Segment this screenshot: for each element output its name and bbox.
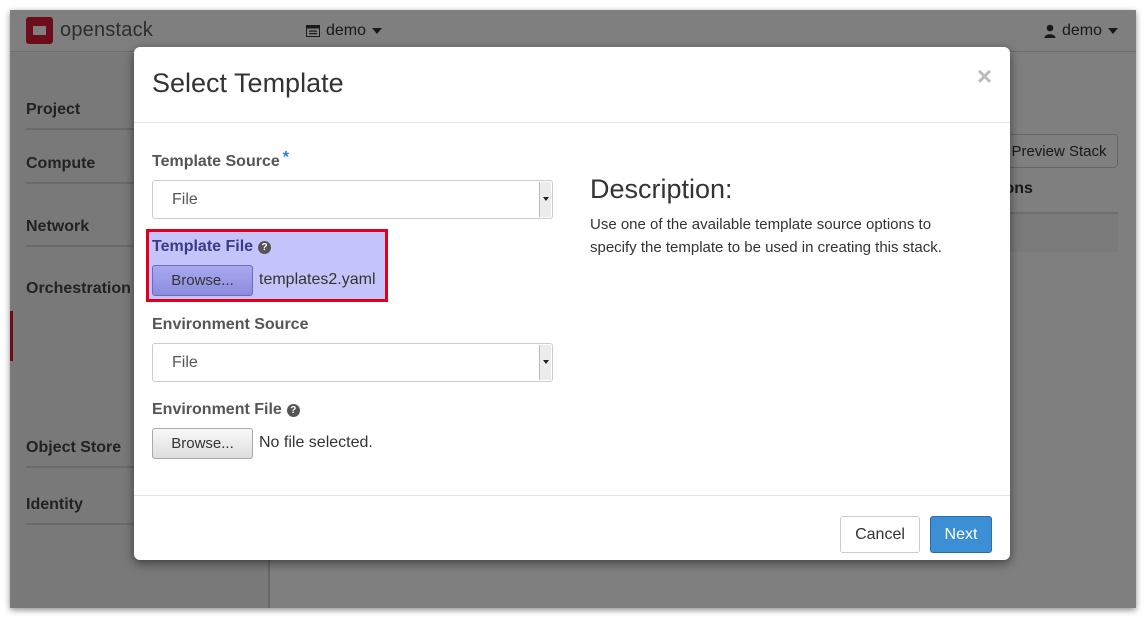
help-icon[interactable]: ? — [286, 404, 300, 417]
environment-file-name: No file selected. — [259, 434, 373, 451]
dropdown-arrow-icon — [539, 345, 551, 380]
template-file-label: Template File? — [152, 238, 272, 256]
browser-window: openstack demo demo Project Compute Ne — [10, 10, 1136, 608]
template-source-label: Template Source * — [152, 149, 289, 171]
modal-header: Select Template × — [134, 47, 1010, 123]
description-heading: Description: — [590, 174, 733, 204]
description-text: Use one of the available template source… — [590, 216, 942, 256]
template-file-label-text: Template File — [152, 238, 254, 255]
template-source-label-text: Template Source — [152, 153, 280, 170]
template-file-browse-button[interactable]: Browse... — [152, 265, 253, 296]
next-button[interactable]: Next — [930, 516, 992, 553]
modal-footer: Cancel Next — [134, 495, 1010, 560]
environment-source-value: File — [172, 354, 198, 371]
select-template-modal: Select Template × Template Source * File … — [134, 47, 1010, 560]
required-mark: * — [282, 149, 289, 166]
close-icon[interactable]: × — [977, 63, 992, 89]
modal-title: Select Template — [152, 68, 344, 98]
cancel-button[interactable]: Cancel — [840, 516, 920, 553]
environment-source-label: Environment Source — [152, 316, 309, 333]
environment-source-select[interactable]: File — [152, 343, 553, 382]
template-source-value: File — [172, 191, 198, 208]
dropdown-arrow-icon — [539, 182, 551, 217]
template-source-select[interactable]: File — [152, 180, 553, 219]
help-icon[interactable]: ? — [258, 241, 272, 254]
environment-file-label: Environment File? — [152, 401, 300, 419]
template-file-name: templates2.yaml — [259, 271, 376, 288]
environment-file-browse-button[interactable]: Browse... — [152, 428, 253, 459]
environment-file-label-text: Environment File — [152, 401, 282, 418]
